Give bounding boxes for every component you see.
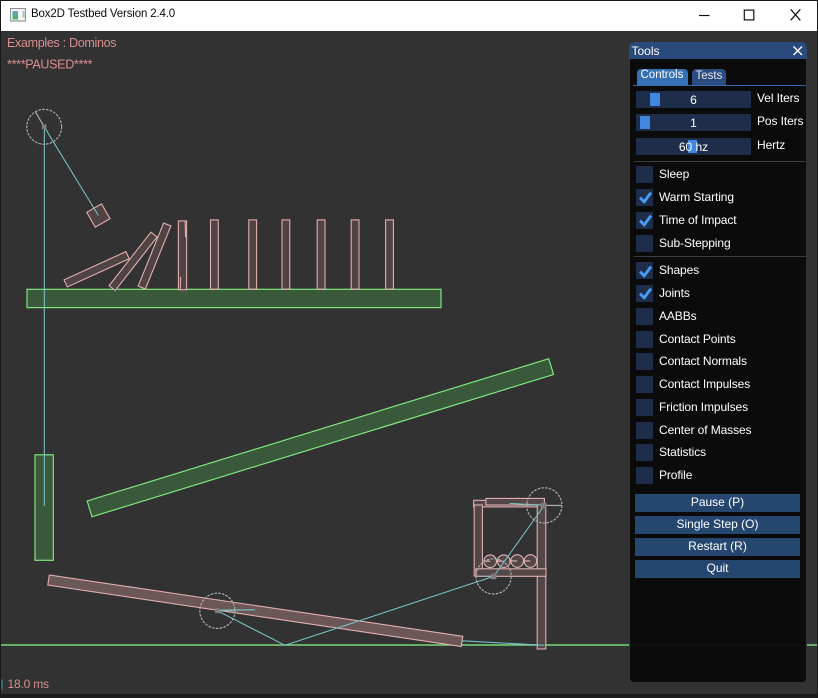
svg-text:18.0 ms: 18.0 ms (8, 677, 49, 691)
svg-text:****PAUSED****: ****PAUSED**** (7, 58, 93, 72)
